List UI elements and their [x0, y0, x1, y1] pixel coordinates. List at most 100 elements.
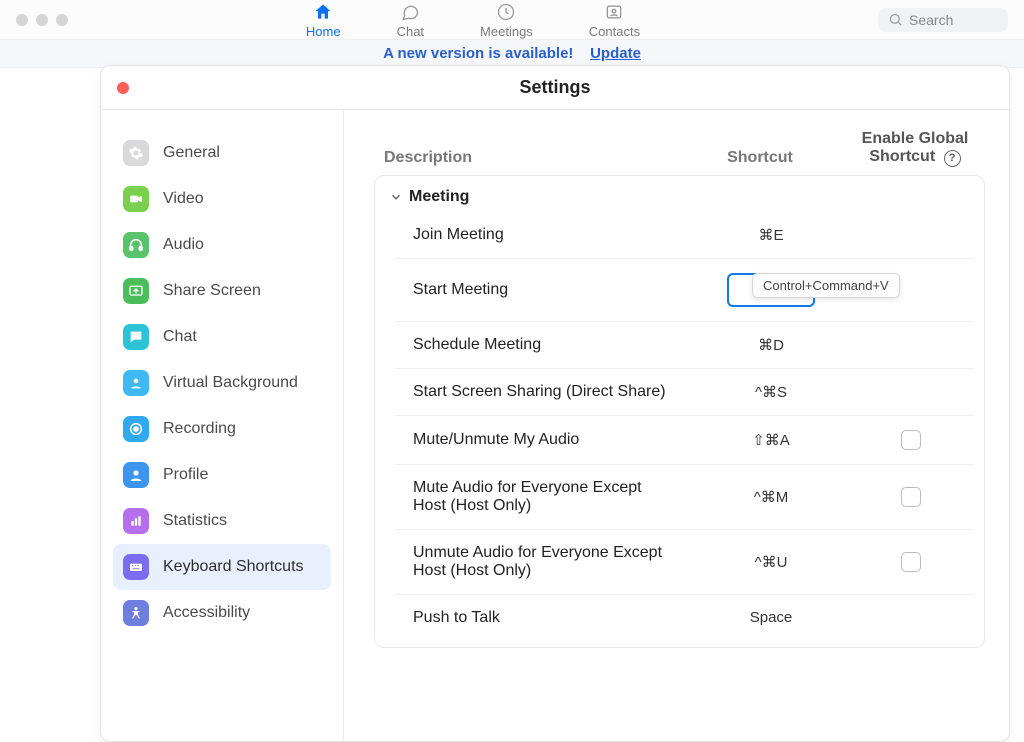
sidebar-label: Share Screen [163, 282, 261, 300]
nav-tab-contacts[interactable]: Contacts [589, 1, 640, 39]
shortcut-row-mute-all: Mute Audio for Everyone Except Host (Hos… [395, 464, 974, 529]
sidebar-item-general[interactable]: General [113, 130, 331, 176]
traffic-light-fullscreen[interactable] [56, 14, 68, 26]
shortcut-desc: Unmute Audio for Everyone Except Host (H… [413, 544, 676, 580]
settings-header: Settings [101, 66, 1009, 110]
header-description: Description [384, 149, 665, 167]
group-header-meeting[interactable]: Meeting [375, 176, 984, 212]
shortcut-row-join-meeting: Join Meeting ⌘E [395, 212, 974, 258]
shortcut-row-push-to-talk: Push to Talk Space [395, 594, 974, 641]
settings-title: Settings [519, 77, 590, 98]
shortcut-desc: Mute Audio for Everyone Except Host (Hos… [413, 479, 676, 515]
keyboard-icon [123, 554, 149, 580]
shortcut-keys[interactable]: ^⌘M [676, 488, 866, 506]
traffic-light-minimize[interactable] [36, 14, 48, 26]
sidebar-label: Statistics [163, 512, 227, 530]
shortcut-row-unmute-all: Unmute Audio for Everyone Except Host (H… [395, 529, 974, 594]
shortcut-keys[interactable]: ⌘E [676, 226, 866, 244]
shortcut-desc: Start Meeting [413, 281, 676, 299]
enable-global-checkbox[interactable] [901, 487, 921, 507]
contacts-icon [603, 1, 625, 23]
chat-icon [399, 1, 421, 23]
record-icon [123, 416, 149, 442]
nav-tab-chat-label: Chat [397, 24, 424, 39]
shortcut-keys[interactable]: ^⌘U [676, 553, 866, 571]
header-enable-global: Enable Global Shortcut ? [855, 130, 975, 167]
sidebar-label: Keyboard Shortcuts [163, 558, 304, 576]
clock-icon [495, 1, 517, 23]
help-icon[interactable]: ? [944, 150, 961, 167]
nav-tab-meetings-label: Meetings [480, 24, 533, 39]
update-banner: A new version is available! Update [0, 40, 1024, 68]
shortcut-desc: Push to Talk [413, 609, 676, 627]
shortcut-global-cell [866, 552, 956, 572]
banner-update-link[interactable]: Update [590, 45, 641, 62]
chevron-down-icon [389, 190, 403, 204]
sidebar-item-profile[interactable]: Profile [113, 452, 331, 498]
chat-bubble-icon [123, 324, 149, 350]
search-icon [888, 12, 903, 27]
shortcut-keys[interactable]: ⌘D [676, 336, 866, 354]
nav-tab-contacts-label: Contacts [589, 24, 640, 39]
sidebar-item-share-screen[interactable]: Share Screen [113, 268, 331, 314]
sidebar-item-video[interactable]: Video [113, 176, 331, 222]
shortcut-desc: Join Meeting [413, 226, 676, 244]
sidebar-label: Recording [163, 420, 236, 438]
settings-sidebar: General Video Audio Share Screen [101, 110, 344, 741]
nav-tab-home-label: Home [306, 24, 341, 39]
sidebar-item-statistics[interactable]: Statistics [113, 498, 331, 544]
shortcut-keys[interactable]: ^⌘S [676, 383, 866, 401]
shortcut-desc: Schedule Meeting [413, 336, 676, 354]
group-label: Meeting [409, 188, 469, 206]
share-screen-icon [123, 278, 149, 304]
sidebar-item-virtual-background[interactable]: Virtual Background [113, 360, 331, 406]
column-headers: Description Shortcut Enable Global Short… [374, 124, 985, 175]
sidebar-label: Audio [163, 236, 204, 254]
app-titlebar: Home Chat Meetings Contacts Search [0, 0, 1024, 40]
profile-icon [123, 462, 149, 488]
traffic-light-close[interactable] [16, 14, 28, 26]
shortcut-keys[interactable]: Space [676, 609, 866, 626]
sidebar-item-recording[interactable]: Recording [113, 406, 331, 452]
sidebar-item-audio[interactable]: Audio [113, 222, 331, 268]
sidebar-label: Profile [163, 466, 208, 484]
shortcut-keys[interactable]: ⇧⌘A [676, 431, 866, 449]
sidebar-item-accessibility[interactable]: Accessibility [113, 590, 331, 636]
shortcut-tooltip: Control+Command+V [752, 273, 900, 298]
accessibility-icon [123, 600, 149, 626]
home-icon [312, 1, 334, 23]
window-traffic-lights [16, 14, 68, 26]
shortcuts-content: Description Shortcut Enable Global Short… [344, 110, 1009, 741]
sidebar-label: Virtual Background [163, 374, 298, 392]
gear-icon [123, 140, 149, 166]
enable-global-checkbox[interactable] [901, 430, 921, 450]
video-icon [123, 186, 149, 212]
shortcut-global-cell [866, 430, 956, 450]
search-placeholder: Search [909, 12, 953, 28]
shortcut-row-screen-share: Start Screen Sharing (Direct Share) ^⌘S [395, 368, 974, 415]
main-nav-tabs: Home Chat Meetings Contacts [68, 1, 878, 39]
shortcut-global-cell [866, 487, 956, 507]
enable-global-checkbox[interactable] [901, 552, 921, 572]
shortcuts-panel: Meeting Join Meeting ⌘E Start Meeting ⇧⌘ [374, 175, 985, 648]
nav-tab-home[interactable]: Home [306, 1, 341, 39]
sidebar-label: Accessibility [163, 604, 250, 622]
settings-window: Settings General Video Audio [100, 65, 1010, 742]
shortcut-desc: Mute/Unmute My Audio [413, 431, 676, 449]
search-box[interactable]: Search [878, 8, 1008, 32]
nav-tab-chat[interactable]: Chat [397, 1, 424, 39]
person-icon [123, 370, 149, 396]
sidebar-item-chat[interactable]: Chat [113, 314, 331, 360]
sidebar-item-keyboard-shortcuts[interactable]: Keyboard Shortcuts [113, 544, 331, 590]
headphones-icon [123, 232, 149, 258]
shortcut-row-schedule-meeting: Schedule Meeting ⌘D [395, 321, 974, 368]
banner-text: A new version is available! [383, 45, 573, 62]
shortcut-desc: Start Screen Sharing (Direct Share) [413, 383, 676, 401]
header-shortcut: Shortcut [665, 149, 855, 167]
shortcut-row-mute-unmute: Mute/Unmute My Audio ⇧⌘A [395, 415, 974, 464]
sidebar-label: Video [163, 190, 204, 208]
settings-close-button[interactable] [117, 82, 129, 94]
bar-chart-icon [123, 508, 149, 534]
sidebar-label: Chat [163, 328, 197, 346]
nav-tab-meetings[interactable]: Meetings [480, 1, 533, 39]
